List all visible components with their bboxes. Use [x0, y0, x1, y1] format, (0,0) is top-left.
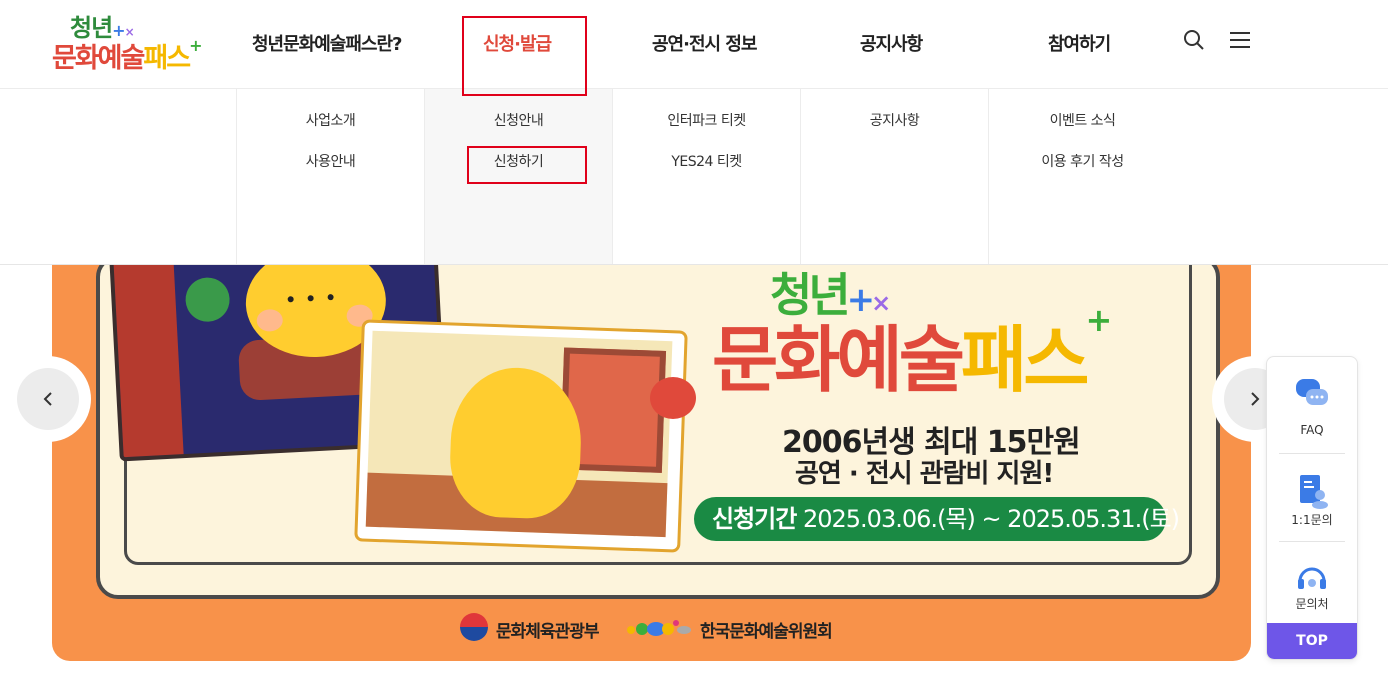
banner-title-line2: 문화예술패스+: [712, 301, 1112, 402]
taegeuk-emblem-icon: [460, 613, 488, 641]
annotation-box-apply-menu: [462, 16, 587, 96]
submenu-usage-guide[interactable]: 사용안내: [237, 151, 424, 171]
hamburger-menu-icon[interactable]: [1228, 28, 1252, 52]
submenu-event-news[interactable]: 이벤트 소식: [989, 110, 1176, 130]
document-person-icon: [1300, 475, 1328, 509]
quick-faq-label: FAQ: [1300, 423, 1324, 437]
period-value: 2025.03.06.(목) ~ 2025.05.31.(토): [802, 505, 1180, 533]
site-logo[interactable]: 청년+× 문화예술패스+: [52, 8, 212, 74]
gnb-performance-info[interactable]: 공연·전시 정보: [652, 30, 757, 56]
quick-inquiry-label: 1:1문의: [1291, 513, 1333, 527]
application-period-badge: 신청기간 2025.03.06.(목) ~ 2025.05.31.(토): [694, 497, 1180, 541]
banner-subtitle-2: 공연 · 전시 관람비 지원!: [795, 459, 1054, 489]
sponsor-arts-council: 한국문화예술위원회: [700, 622, 833, 642]
quick-faq-button[interactable]: FAQ: [1267, 357, 1357, 443]
submenu-yes24-ticket[interactable]: YES24 티켓: [613, 151, 800, 171]
character-eye: [307, 295, 314, 302]
period-label: 신청기간: [712, 505, 797, 533]
logo-line2: 문화예술패스+: [52, 36, 203, 74]
sponsor-ministry: 문화체육관광부: [496, 622, 599, 642]
site-header: 청년+× 문화예술패스+ 청년문화예술패스란? 신청·발급 공연·전시 정보 공…: [0, 0, 1388, 89]
submenu-column-performance: 인터파크 티켓 YES24 티켓: [612, 89, 800, 264]
search-icon[interactable]: [1182, 28, 1206, 52]
character-eye: [327, 294, 334, 301]
curtain-graphic: [108, 265, 185, 462]
headset-icon: [1298, 567, 1326, 589]
slider-prev-button[interactable]: [5, 356, 91, 442]
submenu-column-about: 사업소개 사용안내: [236, 89, 424, 264]
flower-character: [650, 377, 696, 419]
gnb-about[interactable]: 청년문화예술패스란?: [252, 30, 402, 56]
arko-logo-icon: [627, 620, 691, 636]
character-eye: [287, 296, 294, 303]
scroll-top-button[interactable]: TOP: [1267, 623, 1357, 659]
submenu-interpark-ticket[interactable]: 인터파크 티켓: [613, 110, 800, 130]
mega-menu: 사업소개 사용안내 신청안내 신청하기 인터파크 티켓 YES24 티켓 공지사…: [0, 89, 1388, 265]
quick-inquiry-button[interactable]: 1:1문의: [1267, 455, 1357, 541]
submenu-business-intro[interactable]: 사업소개: [237, 110, 424, 130]
submenu-column-notice: 공지사항: [800, 89, 988, 264]
submenu-column-participate: 이벤트 소식 이용 후기 작성: [988, 89, 1176, 264]
quick-menu: FAQ 1:1문의 문의처 TOP: [1266, 356, 1358, 660]
submenu-notice[interactable]: 공지사항: [801, 110, 988, 130]
character-cheek: [256, 308, 284, 333]
clover-character: [184, 276, 231, 323]
gnb-notice[interactable]: 공지사항: [860, 30, 923, 56]
main-banner[interactable]: 청년+× 문화예술패스+ 2006년생 최대 15만원 공연 · 전시 관람비 …: [52, 265, 1251, 661]
annotation-box-apply-now: [467, 146, 587, 184]
quick-contact-button[interactable]: 문의처: [1267, 543, 1357, 629]
quick-contact-label: 문의처: [1295, 597, 1329, 611]
submenu-apply-guide[interactable]: 신청안내: [425, 110, 612, 130]
chevron-left-icon: [17, 368, 79, 430]
chat-bubble-icon: [1296, 379, 1328, 405]
gnb-participate[interactable]: 참여하기: [1048, 30, 1111, 56]
divider: [1279, 453, 1345, 454]
divider: [1279, 541, 1345, 542]
gallery-illustration: [354, 319, 688, 553]
submenu-write-review[interactable]: 이용 후기 작성: [989, 151, 1176, 171]
